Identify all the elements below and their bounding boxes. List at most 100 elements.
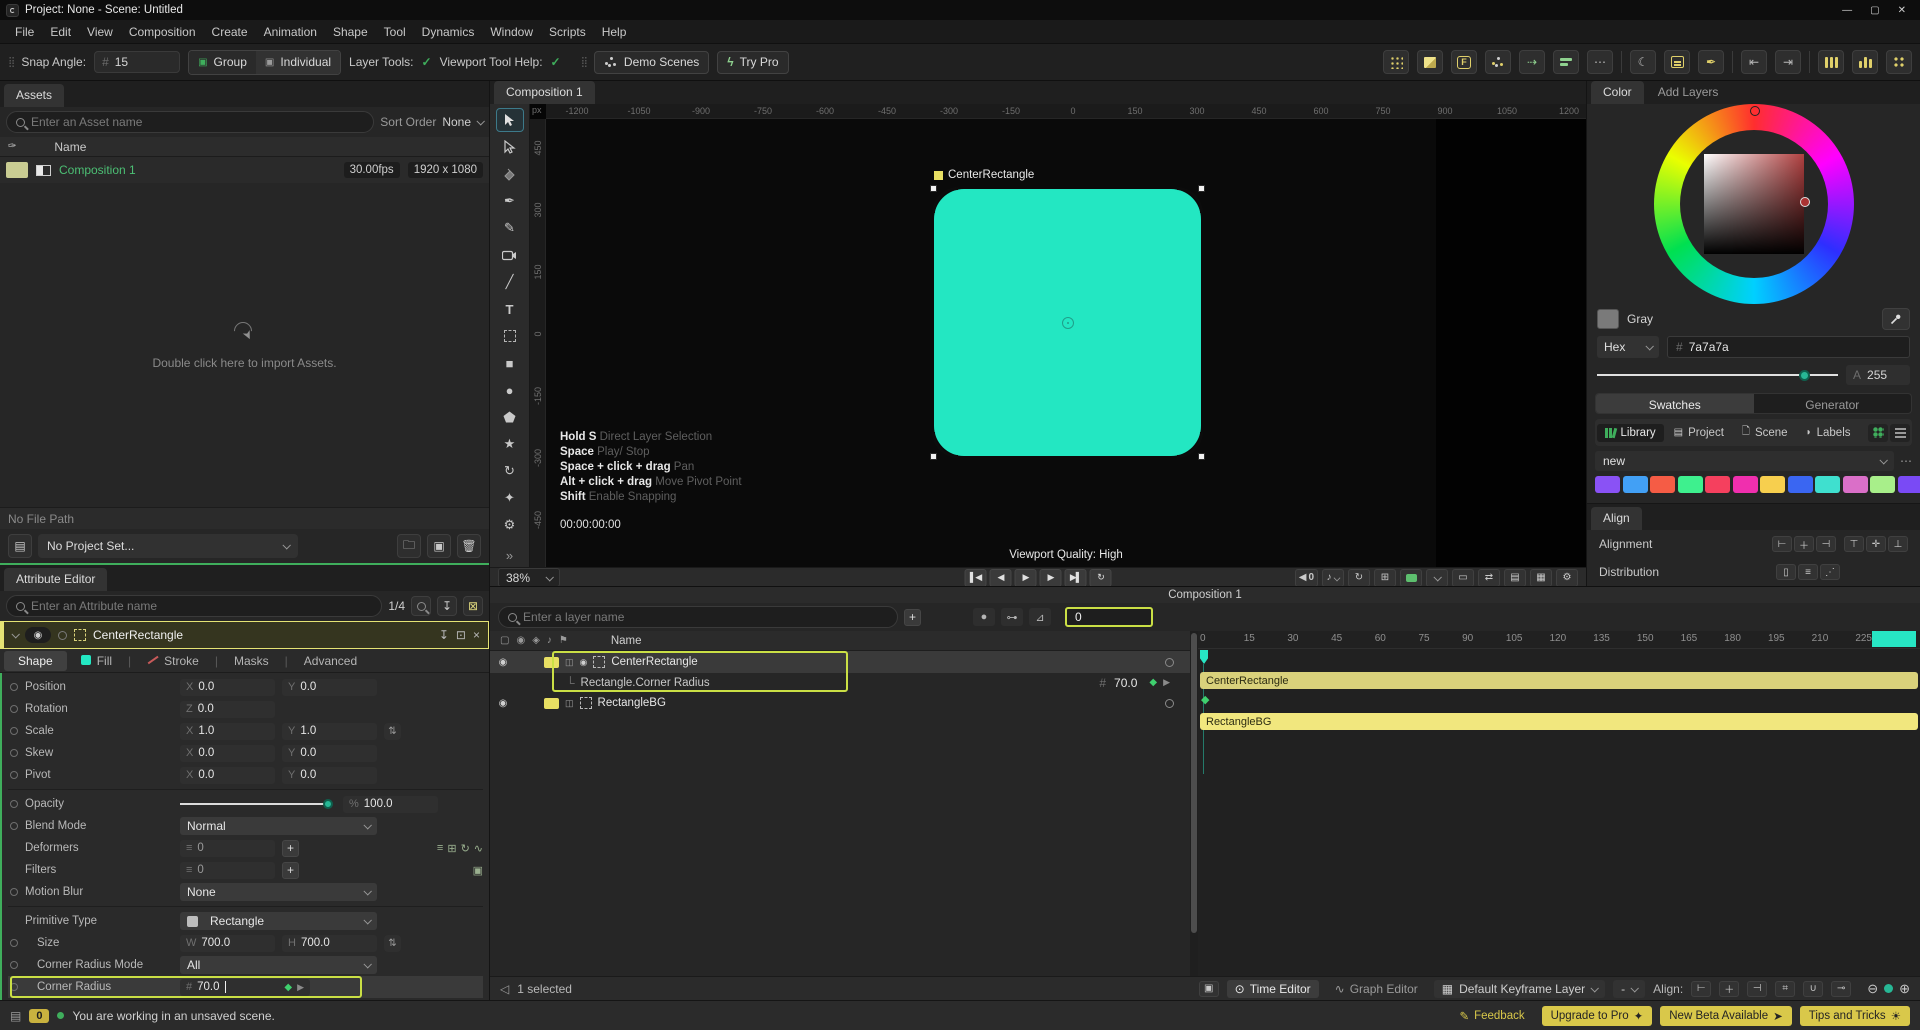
- menu-animation[interactable]: Animation: [257, 22, 324, 42]
- trail-icon[interactable]: ⇢: [1519, 50, 1545, 74]
- swatch-set-menu-icon[interactable]: ⋯: [1900, 454, 1912, 468]
- duplicator-icon[interactable]: [1383, 50, 1409, 74]
- current-frame-input[interactable]: 0: [1065, 607, 1153, 627]
- line-tool[interactable]: ╱: [496, 270, 524, 294]
- sv-indicator[interactable]: [1799, 197, 1810, 207]
- size-h-field[interactable]: H 700.0: [282, 934, 377, 952]
- align-right-icon[interactable]: ⊣: [1816, 536, 1836, 552]
- tab-assets[interactable]: Assets: [4, 84, 65, 107]
- pen-tool[interactable]: ✒: [496, 189, 524, 213]
- feedback-button[interactable]: ✎ Feedback: [1450, 1006, 1533, 1026]
- align-left-edge-icon[interactable]: ⇤: [1741, 50, 1767, 74]
- keyframe-diamond-icon[interactable]: ◆: [284, 982, 292, 993]
- console-icon[interactable]: ▤: [10, 1009, 21, 1023]
- menu-dynamics[interactable]: Dynamics: [415, 22, 482, 42]
- polygon-tool[interactable]: [496, 405, 524, 429]
- distribute-spacing-icon[interactable]: ⋰: [1820, 564, 1840, 580]
- saturation-value-square[interactable]: [1703, 154, 1804, 254]
- falloff-icon[interactable]: ⊞: [447, 842, 456, 855]
- layer-bar-center-rectangle[interactable]: CenterRectangle: [1200, 672, 1918, 689]
- eye-icon[interactable]: ◉: [496, 657, 510, 668]
- library-button[interactable]: Library: [1597, 423, 1664, 442]
- tips-and-tricks-button[interactable]: Tips and Tricks ☀: [1799, 1005, 1910, 1026]
- collapse-chevron-icon[interactable]: [11, 630, 20, 639]
- project-set-dropdown[interactable]: No Project Set...: [38, 534, 298, 558]
- resolution-dropdown-icon[interactable]: [1426, 568, 1448, 587]
- scatter-icon[interactable]: [1485, 50, 1511, 74]
- menu-create[interactable]: Create: [205, 22, 255, 42]
- asset-row-composition-1[interactable]: Composition 1 30.00fps 1920 x 1080: [0, 157, 489, 183]
- graph-editor-button[interactable]: ∿ Graph Editor: [1327, 980, 1426, 998]
- layer-color-swatch[interactable]: [544, 656, 559, 668]
- color-swatch[interactable]: [1815, 476, 1840, 493]
- fill-tool[interactable]: [496, 162, 524, 186]
- pivot-x-field[interactable]: X 0.0: [180, 766, 275, 784]
- select-tool[interactable]: [495, 108, 524, 132]
- keyframe-dot[interactable]: [10, 705, 18, 713]
- corner-radius-mode-dropdown[interactable]: All: [180, 956, 377, 974]
- expand-panel-icon[interactable]: ▣: [1198, 980, 1219, 997]
- viewport-color-icon[interactable]: [1400, 568, 1422, 587]
- minimize-button[interactable]: —: [1842, 5, 1852, 16]
- selection-handle[interactable]: [1198, 453, 1205, 460]
- blend-mode-dropdown[interactable]: Normal: [180, 817, 377, 835]
- columns-3-icon[interactable]: [1818, 50, 1844, 74]
- eyedropper-button[interactable]: [1882, 308, 1910, 330]
- stagger-icon[interactable]: [1553, 50, 1579, 74]
- render-flag-icon[interactable]: [1165, 698, 1174, 708]
- keyframe-diamond-icon[interactable]: ◆: [1149, 677, 1157, 688]
- range-end-marker[interactable]: [1872, 631, 1916, 647]
- layer-row-rectangle-bg[interactable]: ◉ ◫ RectangleBG: [490, 692, 1190, 714]
- menu-composition[interactable]: Composition: [122, 22, 203, 42]
- align-left-icon[interactable]: ⊢: [1772, 536, 1792, 552]
- zoom-slider-handle[interactable]: [1884, 984, 1894, 993]
- color-wheel[interactable]: [1653, 104, 1854, 304]
- display-mode-icon[interactable]: ▭: [1452, 568, 1474, 587]
- opacity-slider[interactable]: [180, 799, 333, 809]
- filters-field[interactable]: ≡ 0: [180, 861, 275, 879]
- individual-mode-button[interactable]: ▣ Individual: [255, 50, 341, 74]
- viewport[interactable]: px -1200 -1050 -900 -750 -600 -450 -300 -150 0 15…: [530, 104, 1586, 567]
- time-editor-button[interactable]: ⊙ Time Editor: [1226, 979, 1319, 998]
- viewport-tool-help-check-icon[interactable]: ✓: [551, 55, 561, 69]
- align-center-icon[interactable]: ＋: [1719, 980, 1740, 997]
- deselect-icon[interactable]: ◁: [500, 982, 509, 996]
- layer-search-input[interactable]: [523, 610, 888, 624]
- align-h-center-icon[interactable]: ＋: [1794, 536, 1814, 552]
- asset-color-swatch[interactable]: [6, 162, 28, 178]
- swatch-set-dropdown[interactable]: new: [1595, 451, 1894, 471]
- size-w-field[interactable]: W 700.0: [180, 934, 275, 952]
- keyframe-dot[interactable]: [10, 800, 18, 808]
- pencil-tool[interactable]: ✎: [496, 216, 524, 240]
- trash-icon[interactable]: 🗑: [457, 534, 481, 558]
- color-swatch[interactable]: [1595, 476, 1620, 493]
- color-sw atch[interactable]: [1622, 476, 1648, 493]
- deformers-field[interactable]: ≡ 0: [180, 839, 275, 857]
- color-format-dropdown[interactable]: Hex: [1597, 336, 1659, 358]
- visibility-eye-icon[interactable]: ◉: [25, 627, 51, 643]
- color-swatch[interactable]: [1897, 476, 1920, 493]
- grid-view-icon[interactable]: [1868, 423, 1888, 442]
- lock-column-icon[interactable]: ▢: [500, 635, 509, 646]
- primitive-type-dropdown[interactable]: Rectangle: [180, 912, 377, 930]
- align-start-icon[interactable]: ⊢: [1691, 980, 1712, 997]
- folder-icon[interactable]: 🗀: [397, 534, 421, 558]
- tab-composition-1[interactable]: Composition 1: [494, 81, 595, 104]
- color-swatch[interactable]: [1842, 476, 1868, 493]
- previous-frame-button[interactable]: ◀: [989, 568, 1012, 587]
- refresh-icon[interactable]: ↻: [461, 842, 470, 855]
- new-beta-button[interactable]: New Beta Available ➤: [1660, 1005, 1792, 1026]
- sort-order-chevron-icon[interactable]: [476, 117, 485, 126]
- demo-scenes-button[interactable]: Demo Scenes: [593, 50, 710, 74]
- tab-advanced[interactable]: Advanced: [290, 651, 371, 671]
- zoom-dropdown[interactable]: 38%: [498, 568, 560, 587]
- composition-canvas[interactable]: CenterRectangle Hold S Direct Layer Sele…: [546, 119, 1586, 567]
- tab-align[interactable]: Align: [1591, 507, 1642, 530]
- scale-x-field[interactable]: X 1.0: [180, 722, 275, 740]
- pin-header-icon[interactable]: ↧: [439, 628, 449, 642]
- pen-path-icon[interactable]: ✒: [1698, 50, 1724, 74]
- keyframe-graph-icon[interactable]: ⊿: [1029, 608, 1051, 626]
- link-values-icon[interactable]: ⇅: [384, 722, 401, 740]
- asset-import-dropzone[interactable]: Double click here to import Assets.: [0, 183, 489, 507]
- message-count-badge[interactable]: 0: [29, 1008, 50, 1023]
